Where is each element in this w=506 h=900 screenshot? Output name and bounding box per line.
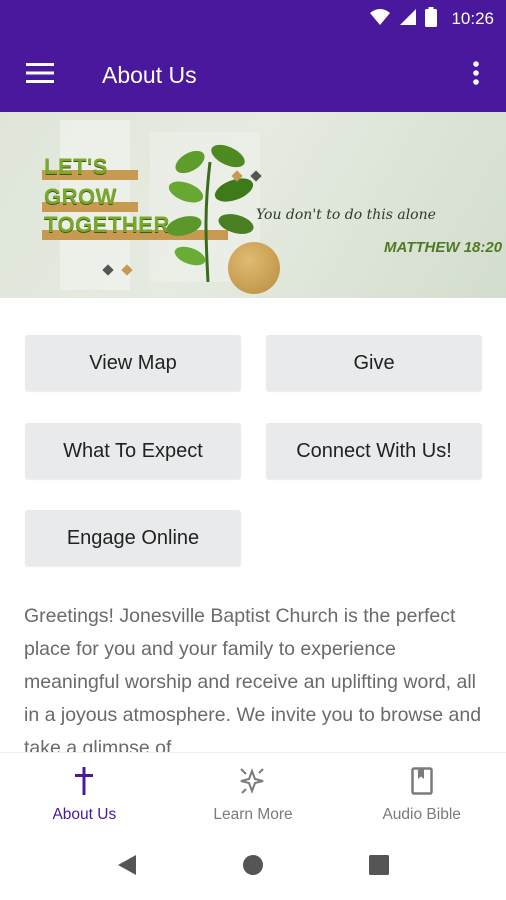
- status-time: 10:26: [451, 9, 494, 28]
- banner-headline-line-3: TOGETHER: [44, 212, 170, 237]
- nav-label-about-us: About Us: [52, 806, 117, 823]
- nav-item-learn-more[interactable]: Learn More: [169, 753, 338, 834]
- wifi-icon: [369, 8, 391, 31]
- back-button[interactable]: [64, 834, 190, 900]
- home-icon: [242, 854, 264, 881]
- banner-verse: MATTHEW 18:20: [384, 239, 503, 256]
- status-bar: 10:26: [0, 0, 506, 38]
- bottom-navigation: About Us Learn More Audio Bible: [0, 752, 506, 834]
- view-map-button[interactable]: View Map: [25, 335, 241, 391]
- cross-icon: [73, 767, 95, 800]
- give-button[interactable]: Give: [266, 335, 482, 391]
- what-to-expect-button[interactable]: What To Expect: [25, 423, 241, 479]
- book-icon: [410, 767, 433, 800]
- signal-icon: [399, 8, 417, 31]
- sparkle-icon: [238, 767, 268, 800]
- overflow-menu-button[interactable]: [446, 38, 506, 112]
- banner-headline-line-2: GROW: [44, 184, 117, 209]
- banner-headline-line-1: LET'S: [44, 154, 108, 179]
- menu-button[interactable]: [0, 38, 80, 112]
- recents-button[interactable]: [316, 834, 442, 900]
- page-title: About Us: [102, 61, 197, 88]
- home-button[interactable]: [190, 834, 316, 900]
- app-bar: About Us: [0, 38, 506, 112]
- nav-item-audio-bible[interactable]: Audio Bible: [337, 753, 506, 834]
- plant-icon: [160, 142, 260, 287]
- menu-icon: [26, 62, 54, 88]
- nav-label-learn-more: Learn More: [213, 806, 293, 823]
- connect-with-us-button[interactable]: Connect With Us!: [266, 423, 482, 479]
- back-icon: [117, 854, 137, 881]
- nav-label-audio-bible: Audio Bible: [382, 806, 461, 823]
- battery-icon: [425, 6, 438, 32]
- about-description: Greetings! Jonesville Baptist Church is …: [24, 605, 482, 752]
- engage-online-button[interactable]: Engage Online: [25, 510, 241, 566]
- system-navigation-bar: [0, 834, 506, 900]
- more-vert-icon: [473, 60, 479, 90]
- hero-banner: LET'S GROW TOGETHER You don't to do this…: [0, 112, 506, 298]
- nav-item-about-us[interactable]: About Us: [0, 753, 169, 834]
- banner-script-text: You don't to do this alone: [256, 207, 436, 223]
- recents-icon: [369, 854, 389, 880]
